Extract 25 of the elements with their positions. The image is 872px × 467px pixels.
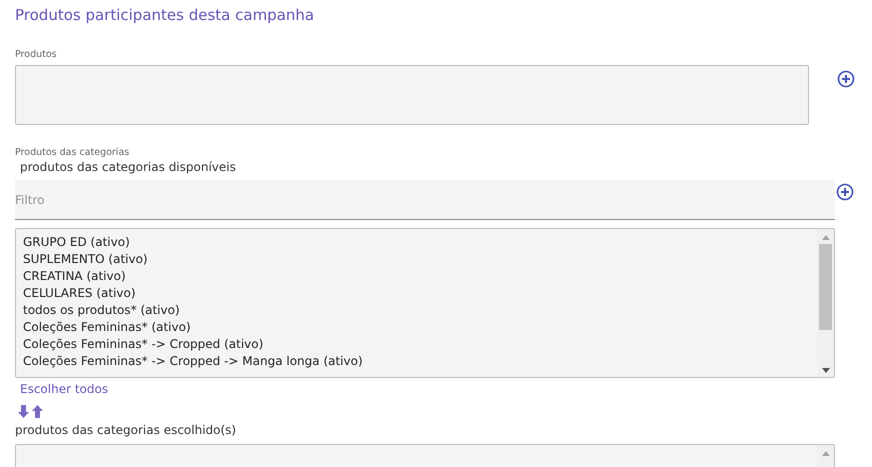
list-label: produtos das categorias disponíveis (19, 159, 237, 175)
move-arrows-icon[interactable] (18, 405, 44, 418)
list-item[interactable]: Coleções Femininas* -> Cropped -> Manga longa (ativo) (23, 353, 817, 370)
add-icon[interactable] (837, 70, 855, 88)
list-item[interactable]: CELULARES (ativo) (23, 285, 817, 302)
section-title: Produtos participantes desta campanha (15, 5, 316, 25)
list-item[interactable]: GRUPO ED (ativo) (23, 234, 817, 251)
list-item[interactable]: Coleções Femininas* -> Cropped (ativo) (23, 336, 817, 353)
filter-field[interactable]: Filtro (15, 180, 835, 220)
field-label: Produtos das categorias (15, 147, 130, 159)
scrollbar[interactable] (817, 229, 834, 377)
available-list[interactable] (15, 228, 835, 378)
add-icon[interactable] (836, 183, 854, 201)
scroll-down-icon[interactable] (822, 368, 830, 373)
products-field[interactable] (15, 65, 809, 125)
list-item[interactable]: CREATINA (ativo) (23, 268, 817, 285)
list-label: produtos das categorias escolhido(s) (15, 422, 238, 438)
list-item[interactable]: Coleções Femininas* (ativo) (23, 319, 817, 336)
scroll-up-icon[interactable] (822, 451, 830, 456)
choose-all-link[interactable]: Escolher todos (20, 381, 108, 397)
scroll-up-icon[interactable] (822, 235, 830, 240)
field-label: Produtos (15, 49, 58, 61)
scrollbar-thumb[interactable] (819, 244, 832, 330)
list-item[interactable]: todos os produtos* (ativo) (23, 302, 817, 319)
list-item[interactable]: SUPLEMENTO (ativo) (23, 251, 817, 268)
